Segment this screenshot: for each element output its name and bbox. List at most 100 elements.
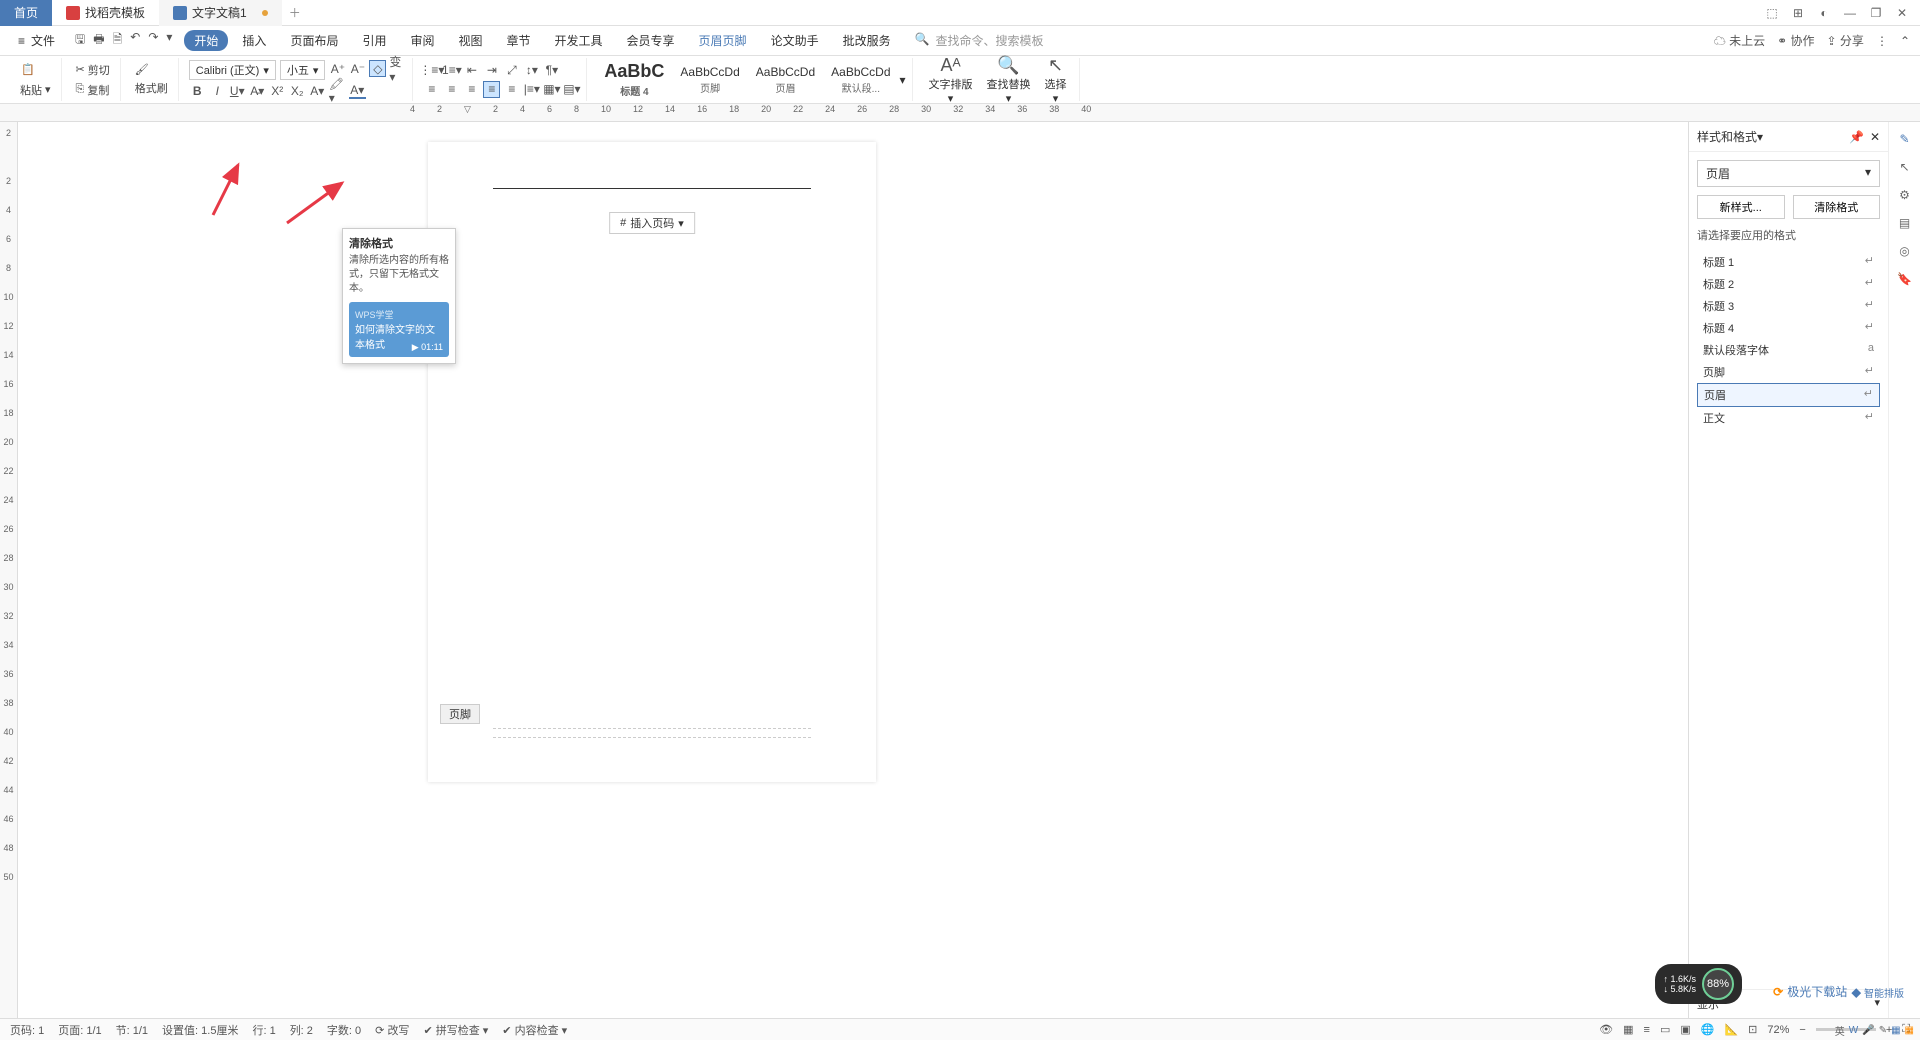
- paste-label[interactable]: 粘贴▾: [16, 81, 55, 99]
- document-canvas[interactable]: #插入页码▾ 页脚 清除格式 清除所选内容的所有格式，只留下无格式文本。 WPS…: [18, 122, 1688, 1018]
- view-web-icon[interactable]: ▭: [1660, 1023, 1670, 1036]
- tab-add-button[interactable]: ＋: [282, 4, 308, 21]
- align-center-icon[interactable]: ≡: [443, 81, 460, 98]
- numbering-icon[interactable]: 1≡▾: [443, 62, 460, 79]
- align-left-icon[interactable]: ≡: [423, 81, 440, 98]
- status-line[interactable]: 行: 1: [252, 1022, 275, 1038]
- view-page-icon[interactable]: ▦: [1623, 1023, 1633, 1036]
- pen-icon[interactable]: ✎: [1899, 132, 1909, 146]
- cut-button[interactable]: ✂剪切: [72, 61, 114, 79]
- status-col[interactable]: 列: 2: [290, 1022, 313, 1038]
- style-footer[interactable]: AaBbCcDd页脚: [673, 62, 746, 98]
- menu-search[interactable]: 🔍查找命令、搜索模板: [905, 32, 1044, 49]
- text-layout-button[interactable]: Aᴬ文字排版▾: [923, 55, 979, 105]
- align-right-icon[interactable]: ≡: [463, 81, 480, 98]
- more-icon[interactable]: ⋮: [1876, 34, 1888, 48]
- style-item[interactable]: 页脚↵: [1697, 361, 1880, 383]
- grid2-icon[interactable]: ⊞: [1786, 3, 1810, 23]
- insert-page-number-button[interactable]: #插入页码▾: [609, 212, 695, 234]
- status-setting[interactable]: 设置值: 1.5厘米: [162, 1022, 238, 1038]
- cloud-status[interactable]: ☁ 未上云: [1714, 32, 1765, 49]
- subscript-icon[interactable]: X₂: [289, 82, 306, 99]
- style-item[interactable]: 正文↵: [1697, 407, 1880, 429]
- tab-document[interactable]: 文字文稿1: [159, 0, 282, 26]
- format-brush-button[interactable]: 🖌: [131, 62, 172, 77]
- show-marks-icon[interactable]: ¶▾: [543, 62, 560, 79]
- underline-icon[interactable]: U▾: [229, 82, 246, 99]
- dropdown-icon[interactable]: ▾: [166, 30, 172, 51]
- tooltip-video[interactable]: WPS学堂 如何清除文字的文本格式 ▶ 01:11: [349, 302, 449, 357]
- footer-area[interactable]: [493, 728, 811, 738]
- menu-review[interactable]: 审阅: [400, 30, 444, 51]
- tab-template[interactable]: 找稻壳模板: [52, 0, 159, 26]
- view-read-icon[interactable]: ▣: [1680, 1023, 1690, 1036]
- status-section[interactable]: 节: 1/1: [116, 1022, 148, 1038]
- menu-reference[interactable]: 引用: [352, 30, 396, 51]
- menu-pagelayout[interactable]: 页面布局: [280, 30, 348, 51]
- style-item[interactable]: 标题 3↵: [1697, 295, 1880, 317]
- styles-more-icon[interactable]: ▾: [900, 73, 906, 87]
- target-icon[interactable]: ◎: [1899, 244, 1909, 258]
- zoom-level[interactable]: 72%: [1767, 1024, 1789, 1036]
- panel-close-icon[interactable]: ✕: [1870, 130, 1880, 144]
- indent-dec-icon[interactable]: ⇤: [463, 62, 480, 79]
- decrease-font-icon[interactable]: A⁻: [349, 60, 366, 77]
- settings-icon[interactable]: ⚙: [1899, 188, 1910, 202]
- styles-gallery[interactable]: AaBbC标题 4 AaBbCcDd页脚 AaBbCcDd页眉 AaBbCcDd…: [591, 58, 912, 101]
- copy-button[interactable]: ⎘复制: [72, 81, 114, 99]
- bold-icon[interactable]: B: [189, 82, 206, 99]
- tab-home[interactable]: 首页: [0, 0, 52, 26]
- spacing-icon[interactable]: |≡▾: [523, 81, 540, 98]
- vertical-ruler[interactable]: 2246810121416182022242628303234363840424…: [0, 122, 18, 1018]
- print-icon[interactable]: 🖶: [93, 30, 104, 51]
- strike-icon[interactable]: A̵▾: [249, 82, 266, 99]
- line-spacing-icon[interactable]: ↕▾: [523, 62, 540, 79]
- panel-pin-icon[interactable]: 📌: [1849, 130, 1864, 144]
- redo-icon[interactable]: ↷: [148, 30, 158, 51]
- style-default[interactable]: AaBbCcDd默认段...: [824, 62, 897, 98]
- minimize-button[interactable]: —: [1838, 3, 1862, 23]
- footer-tag[interactable]: 页脚: [440, 704, 480, 724]
- status-pages[interactable]: 页面: 1/1: [58, 1022, 101, 1038]
- undo-icon[interactable]: ↶: [130, 30, 140, 51]
- maximize-button[interactable]: ❐: [1864, 3, 1888, 23]
- italic-icon[interactable]: I: [209, 82, 226, 99]
- shading-icon[interactable]: ▤▾: [563, 81, 580, 98]
- size-select[interactable]: 小五▾: [280, 60, 326, 80]
- coop-button[interactable]: ⚭ 协作: [1777, 32, 1814, 49]
- status-words[interactable]: 字数: 0: [327, 1022, 361, 1038]
- style-item[interactable]: 默认段落字体a: [1697, 339, 1880, 361]
- style-item-selected[interactable]: 页眉↵: [1697, 383, 1880, 407]
- menu-header-footer[interactable]: 页眉页脚: [689, 30, 757, 51]
- style-item[interactable]: 标题 1↵: [1697, 251, 1880, 273]
- new-style-button[interactable]: 新样式...: [1697, 195, 1785, 219]
- highlight-icon[interactable]: 🖍▾: [329, 82, 346, 99]
- file-menu[interactable]: ≡文件: [10, 32, 63, 49]
- bullets-icon[interactable]: ⋮≡▾: [423, 62, 440, 79]
- style-item[interactable]: 标题 4↵: [1697, 317, 1880, 339]
- share-button[interactable]: ⇪ 分享: [1827, 32, 1864, 49]
- paste-button[interactable]: 📋: [16, 61, 55, 79]
- grid1-icon[interactable]: ⬚: [1760, 3, 1784, 23]
- align-justify-icon[interactable]: ≡: [483, 81, 500, 98]
- font-effect-icon[interactable]: A▾: [309, 82, 326, 99]
- sort-icon[interactable]: ⤢: [503, 62, 520, 79]
- bookmark-icon[interactable]: 🔖: [1897, 272, 1912, 286]
- ruler-icon[interactable]: 📐: [1724, 1023, 1738, 1036]
- skin-icon[interactable]: ◐: [1812, 3, 1836, 23]
- font-select[interactable]: Calibri (正文)▾: [189, 60, 276, 80]
- zoom-out-icon[interactable]: −: [1799, 1024, 1805, 1036]
- system-tray[interactable]: 英W🎤✎▦▦: [1835, 1023, 1914, 1038]
- border-icon[interactable]: ▦▾: [543, 81, 560, 98]
- increase-font-icon[interactable]: A⁺: [329, 60, 346, 77]
- eye-icon[interactable]: 👁: [1599, 1023, 1613, 1036]
- globe-icon[interactable]: 🌐: [1701, 1023, 1715, 1036]
- collapse-icon[interactable]: ⌃: [1900, 34, 1910, 48]
- preview-icon[interactable]: 🗎: [113, 30, 123, 51]
- style-header[interactable]: AaBbCcDd页眉: [749, 62, 822, 98]
- indent-inc-icon[interactable]: ⇥: [483, 62, 500, 79]
- style-item[interactable]: 标题 2↵: [1697, 273, 1880, 295]
- clear-format-button[interactable]: ◇: [369, 60, 386, 77]
- phonetic-icon[interactable]: 变▾: [389, 60, 406, 77]
- status-page[interactable]: 页码: 1: [10, 1022, 44, 1038]
